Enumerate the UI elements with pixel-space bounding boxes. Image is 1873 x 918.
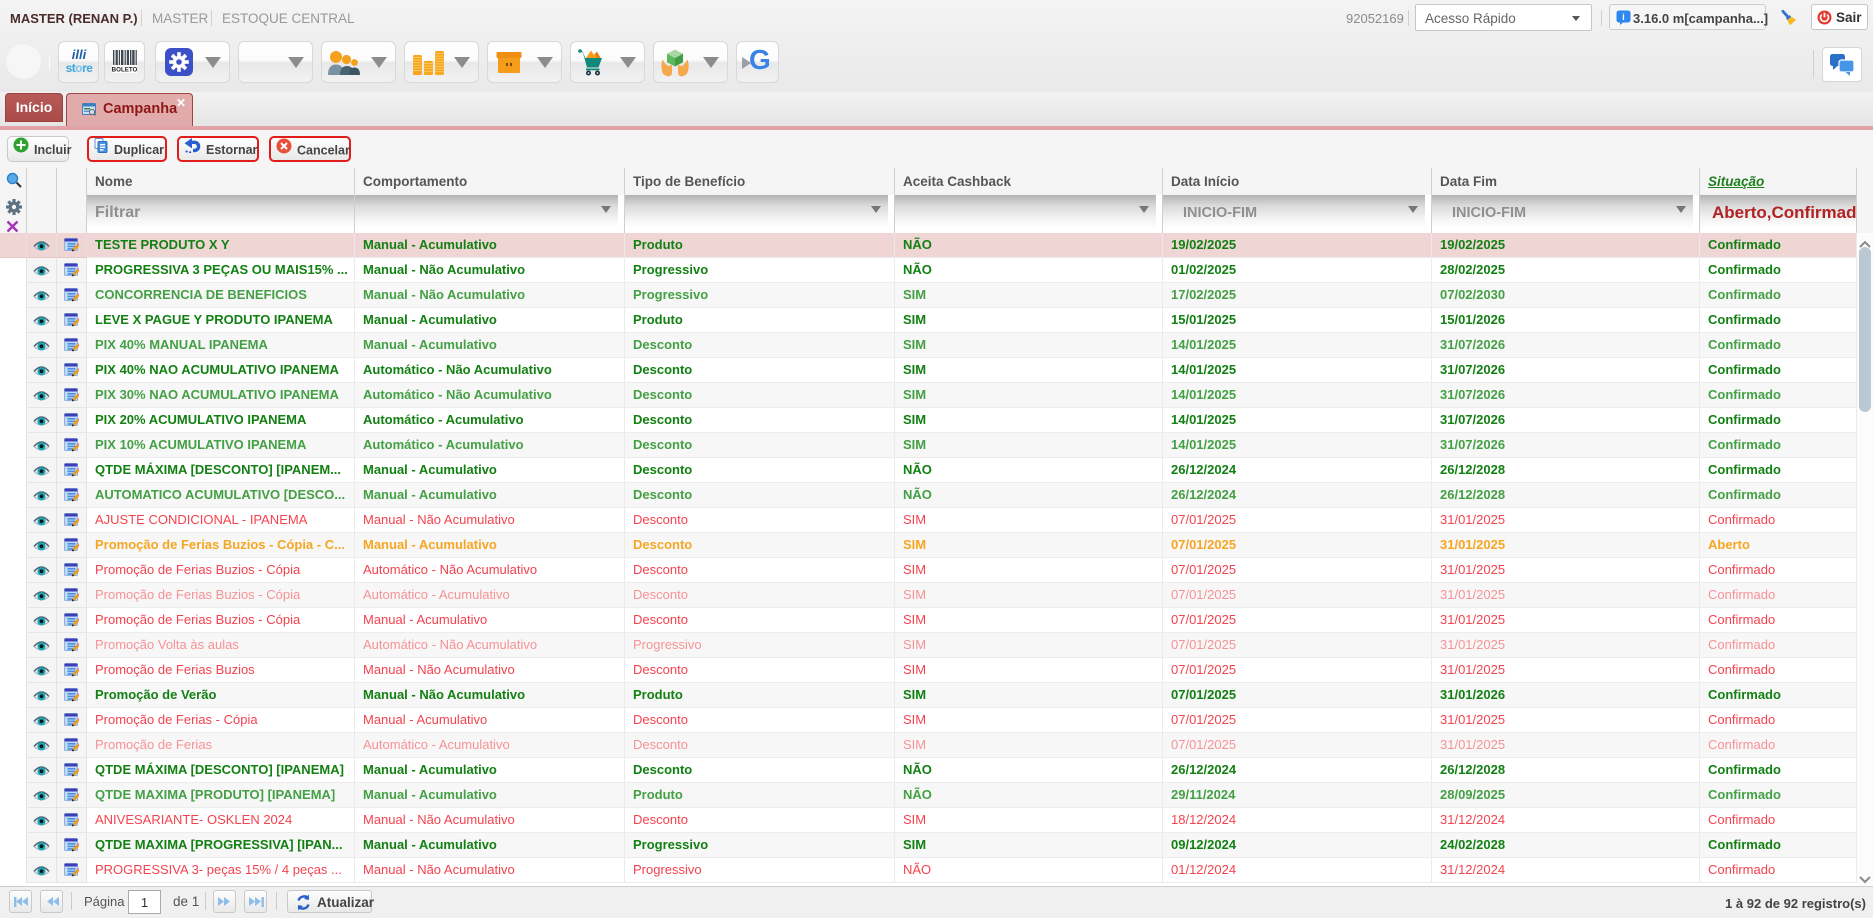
svg-text:i: i	[1622, 12, 1625, 23]
svg-text:BOLETO: BOLETO	[112, 67, 138, 74]
